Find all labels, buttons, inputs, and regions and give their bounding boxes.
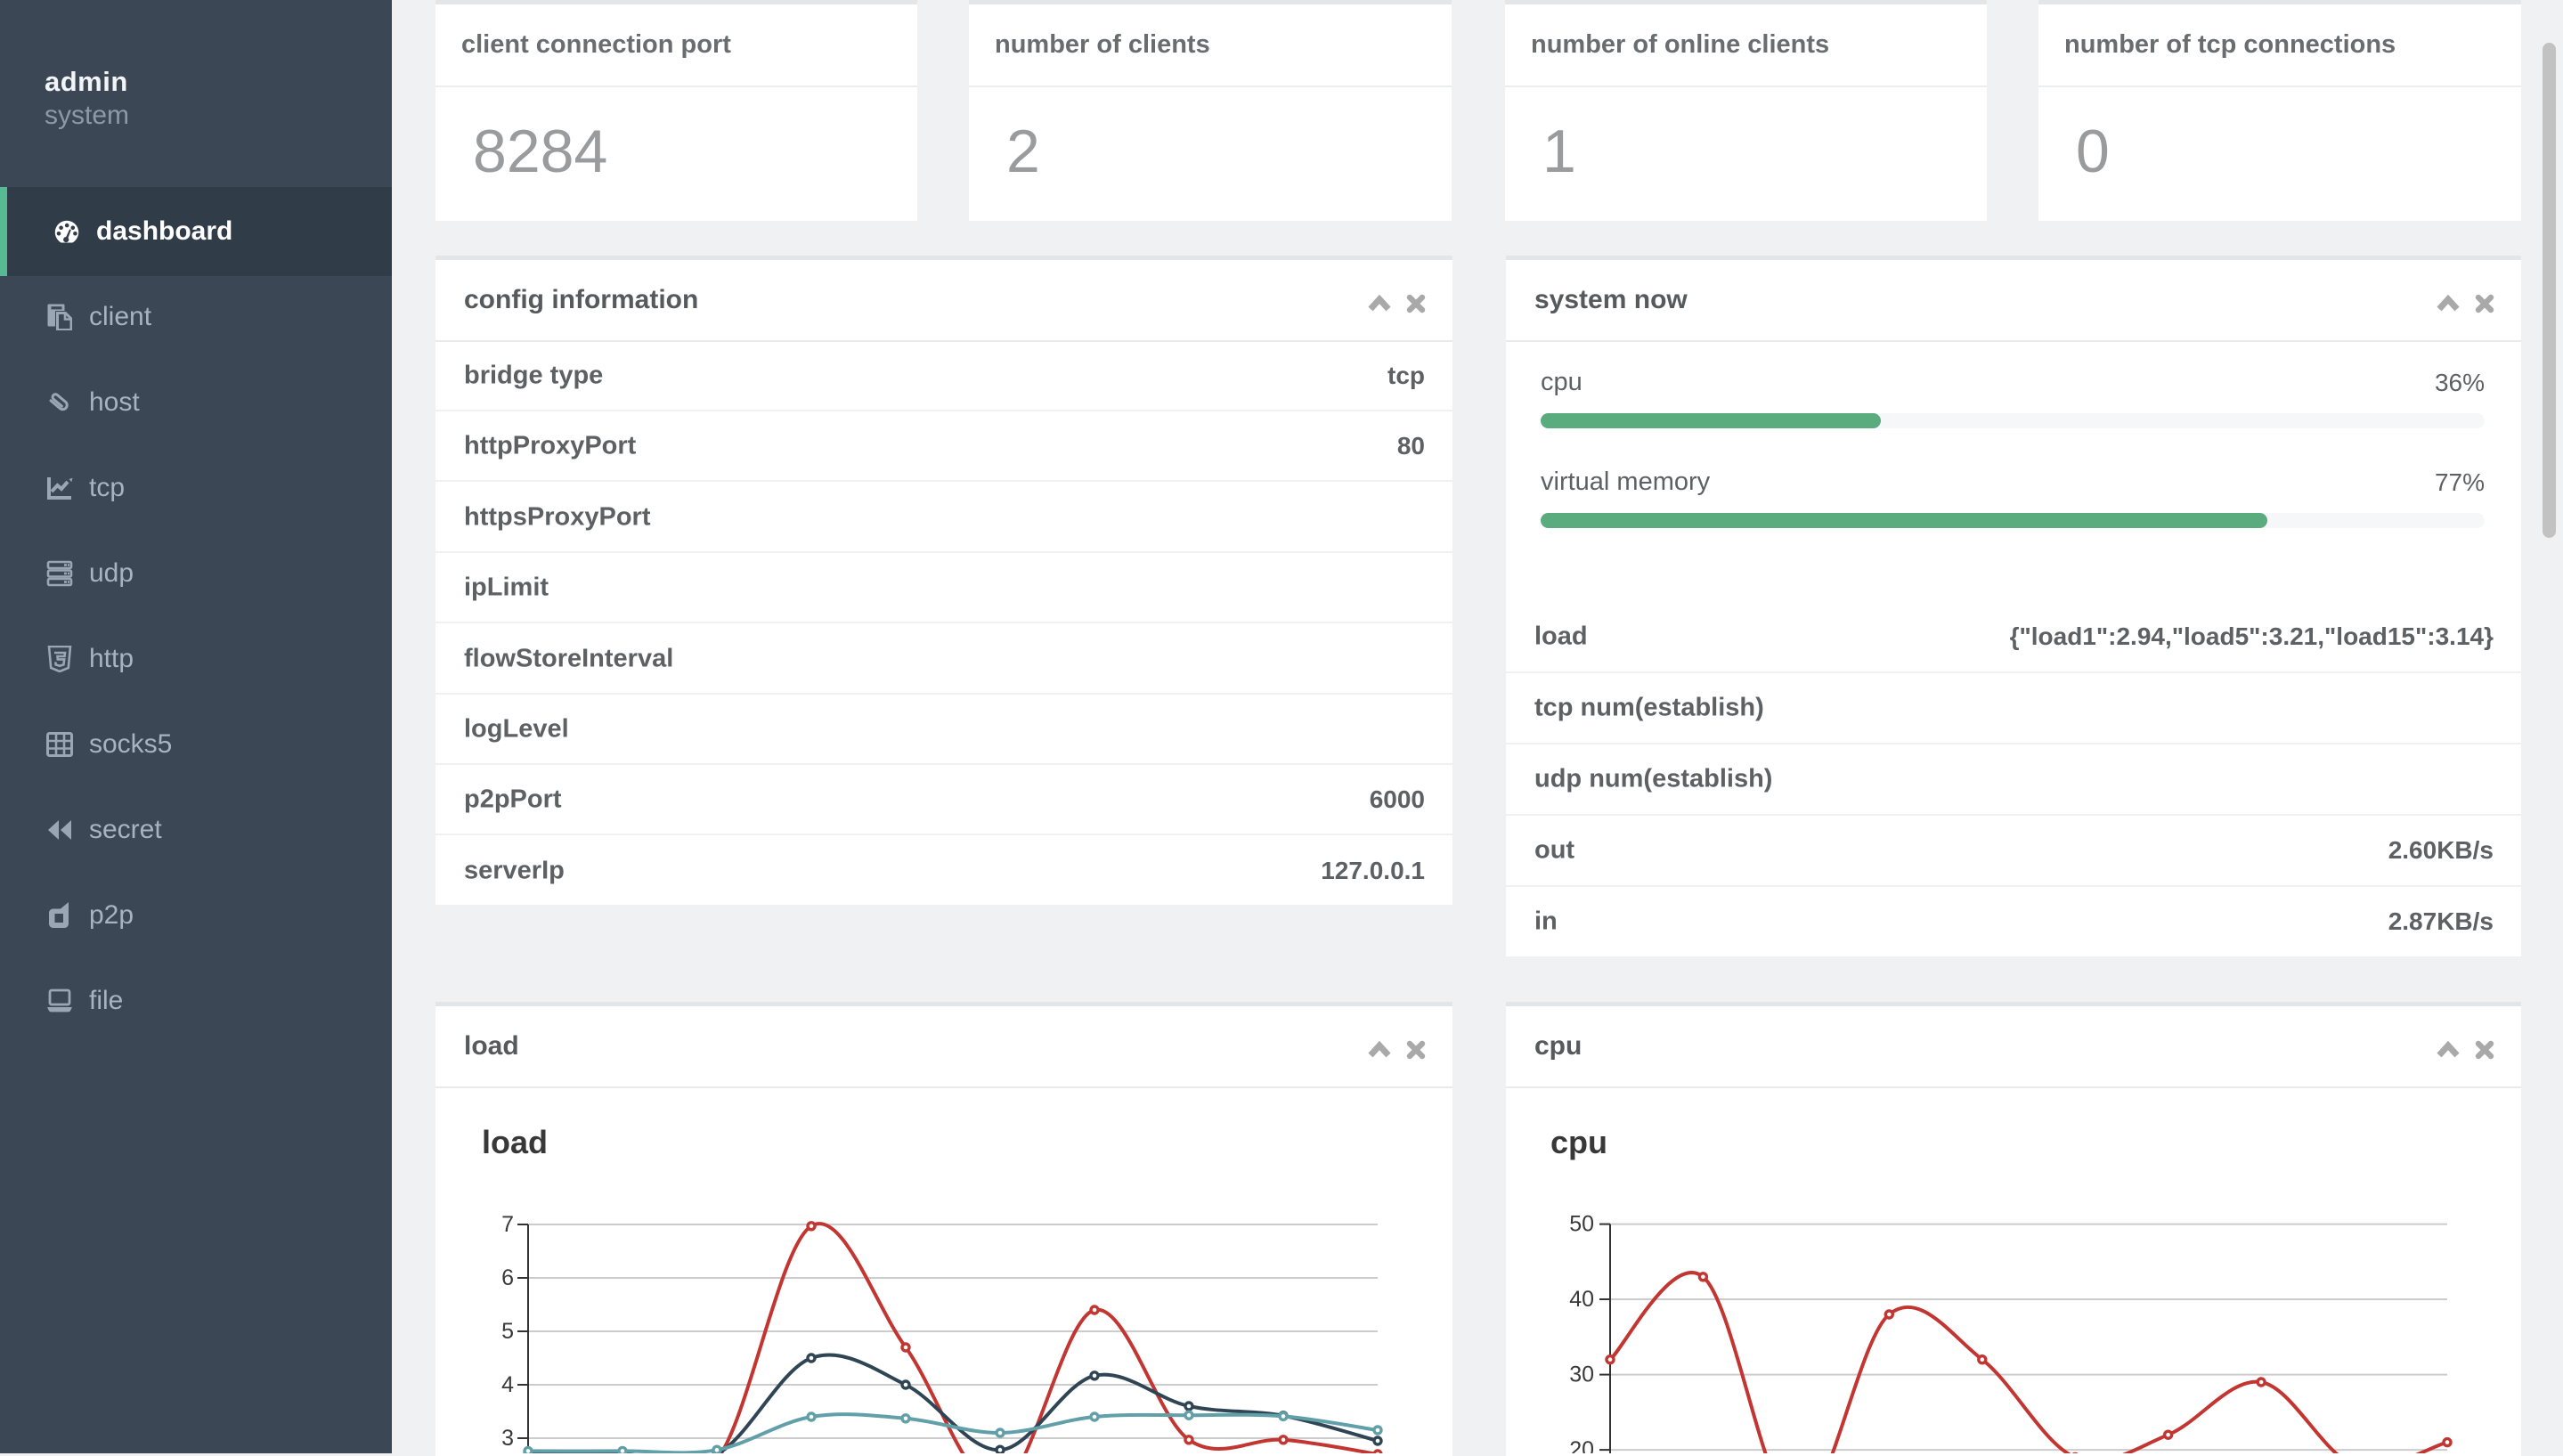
svg-text:4: 4 bbox=[501, 1372, 514, 1397]
svg-text:40: 40 bbox=[1569, 1287, 1594, 1312]
svg-text:3: 3 bbox=[501, 1426, 514, 1451]
svg-text:30: 30 bbox=[1569, 1362, 1594, 1387]
svg-text:5: 5 bbox=[501, 1319, 514, 1344]
svg-text:50: 50 bbox=[1569, 1212, 1594, 1237]
svg-text:20: 20 bbox=[1569, 1437, 1594, 1453]
svg-text:7: 7 bbox=[501, 1212, 514, 1237]
svg-text:6: 6 bbox=[501, 1265, 514, 1290]
